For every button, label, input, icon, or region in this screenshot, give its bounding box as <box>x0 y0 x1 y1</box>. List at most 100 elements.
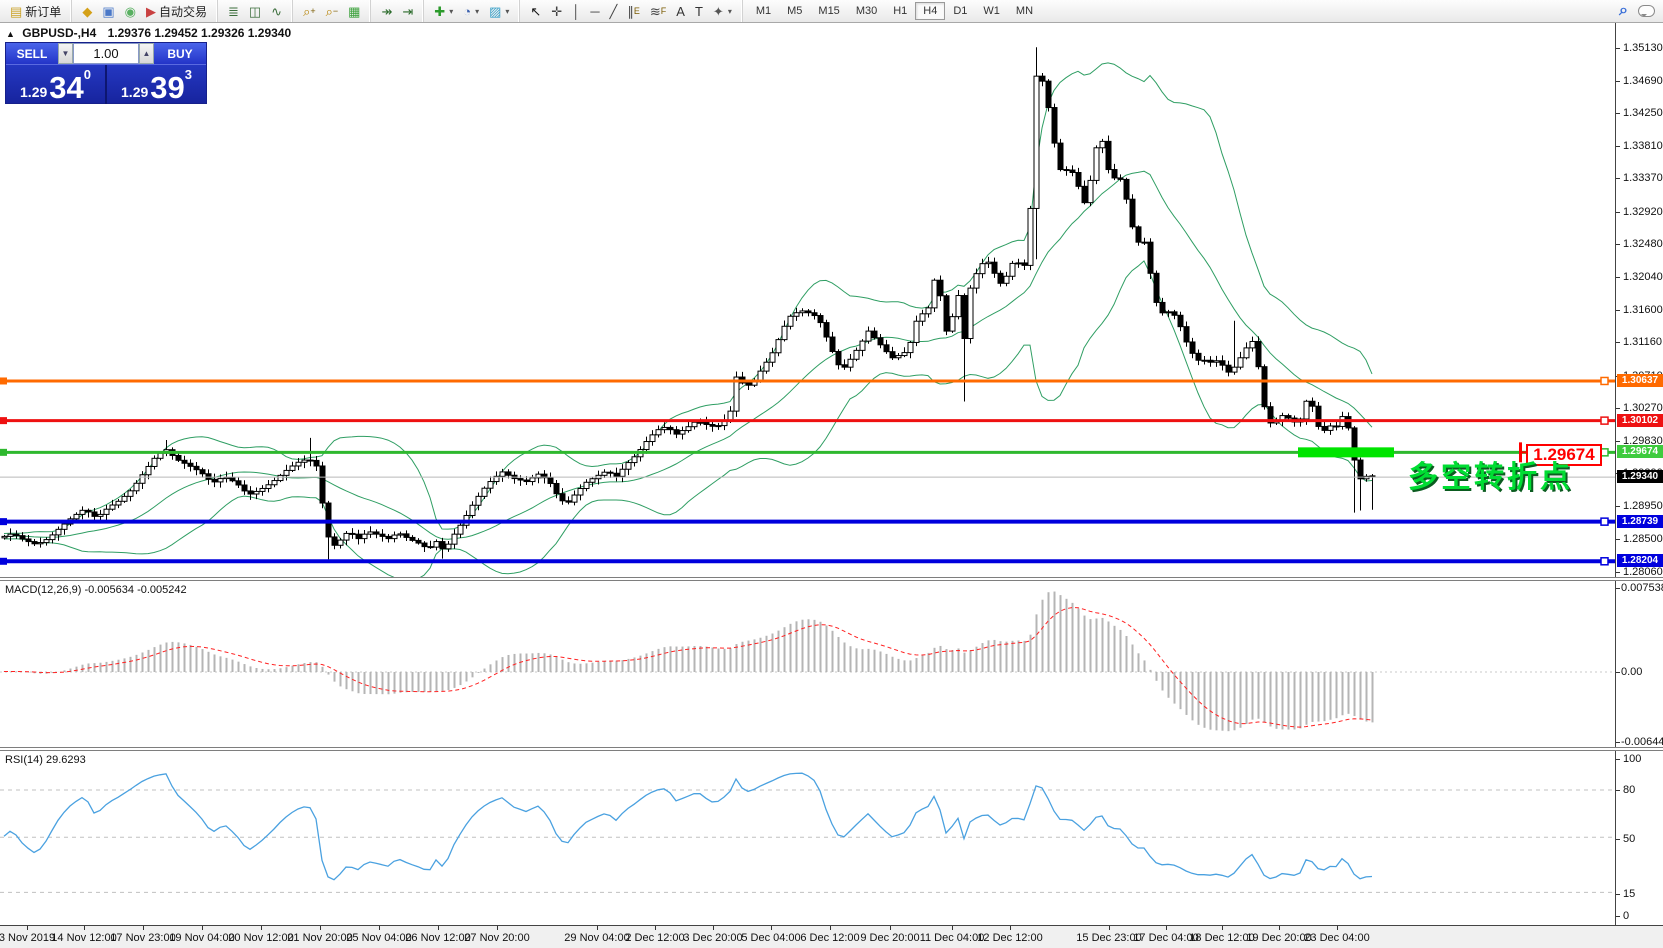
collapse-arrow-icon[interactable]: ▲ <box>6 29 15 39</box>
price-tick <box>1616 48 1620 49</box>
chart-shift-icon: ⇥ <box>402 5 413 18</box>
price-tick <box>1616 408 1620 409</box>
tile-windows-icon[interactable]: ▦ <box>343 3 365 20</box>
time-tick <box>1337 926 1338 930</box>
chat-icon[interactable] <box>1638 5 1655 17</box>
price-tick-label: 1.30270 <box>1623 402 1663 414</box>
candlestick-chart-icon[interactable]: ◫ <box>244 3 266 20</box>
timeframe-h4[interactable]: H4 <box>915 2 945 20</box>
crosshair-icon[interactable]: ✛ <box>546 3 567 20</box>
zoom-out-icon: ⌕ <box>326 5 333 18</box>
timeframe-w1[interactable]: W1 <box>975 2 1008 20</box>
signals-icon: ◉ <box>125 5 136 18</box>
macd-pane[interactable] <box>0 581 1615 747</box>
timeframe-d1[interactable]: D1 <box>945 2 975 20</box>
search-icon[interactable]: ⌕ <box>1619 2 1628 20</box>
vertical-line-icon[interactable]: │ <box>567 3 585 20</box>
trendline-icon: ╱ <box>610 5 618 18</box>
zoom-in-icon[interactable]: ⌕+ <box>298 3 321 20</box>
arrows-icon[interactable]: ✦▾ <box>708 3 737 20</box>
sell-button[interactable]: SELL <box>6 43 58 64</box>
price-tick-label: 1.31160 <box>1623 336 1662 348</box>
timeframe-mn[interactable]: MN <box>1008 2 1041 20</box>
chinese-annotation[interactable]: 多空转折点 <box>1408 452 1573 496</box>
price-chart[interactable] <box>0 22 1615 577</box>
timeframe-m30[interactable]: M30 <box>848 2 885 20</box>
autotrading-button-label: 自动交易 <box>159 3 207 20</box>
price-scale[interactable]: 1.351301.346901.342501.338101.333701.329… <box>1615 22 1663 925</box>
vertical-line-icon: │ <box>572 5 580 18</box>
toolbar-group: ▤新订单 <box>0 0 71 22</box>
fibonacci-icon[interactable]: ≋F <box>645 3 671 20</box>
horizontal-line-icon[interactable]: ─ <box>585 3 604 20</box>
new-order-button[interactable]: ▤新订单 <box>5 1 66 22</box>
sell-price[interactable]: 1.29340 <box>6 65 107 104</box>
time-label: 11 Dec 04:00 <box>920 932 985 944</box>
timeframe-h1[interactable]: H1 <box>885 2 915 20</box>
horizontal-line-icon: ─ <box>590 5 599 18</box>
template-icon[interactable]: ▨▾ <box>484 3 514 20</box>
price-tick <box>1616 572 1620 573</box>
toolbar-group: ↖✛ │ ─ ╱ ∥E≋FAT ✦▾ <box>519 0 741 22</box>
signals-icon[interactable]: ◉ <box>120 3 141 20</box>
price-tag: 1.28204 <box>1617 554 1663 567</box>
price-tick <box>1616 113 1620 114</box>
time-tick <box>1222 926 1223 930</box>
line-chart-icon[interactable]: ∿ <box>266 3 287 20</box>
pane-separator[interactable] <box>0 577 1663 581</box>
volume-increase-button[interactable]: ▲ <box>139 43 154 64</box>
timeframe-m15[interactable]: M15 <box>810 2 847 20</box>
time-label: 3 Nov 2019 <box>0 932 55 944</box>
add-indicator-icon[interactable]: ✚▾ <box>429 3 458 20</box>
auto-scroll-icon[interactable]: ↠ <box>376 3 397 20</box>
buy-button[interactable]: BUY <box>154 43 206 64</box>
channel-icon[interactable]: ∥E <box>622 3 645 20</box>
chart-shift-icon[interactable]: ⇥ <box>397 3 418 20</box>
autotrading-button[interactable]: ▶自动交易 <box>141 1 212 22</box>
volume-decrease-button[interactable]: ▼ <box>58 43 73 64</box>
rsi-tick <box>1616 839 1620 840</box>
time-tick <box>1279 926 1280 930</box>
price-tick <box>1616 310 1620 311</box>
text-icon[interactable]: A <box>671 3 690 20</box>
cursor-icon[interactable]: ↖ <box>525 3 546 20</box>
time-tick <box>1166 926 1167 930</box>
market-watch-icon[interactable]: ▣ <box>97 3 119 20</box>
time-tick <box>202 926 203 930</box>
macd-tick-label: 0.007538 <box>1621 582 1663 594</box>
timeframe-m5[interactable]: M5 <box>779 2 810 20</box>
toolbar-group: ✚▾◔▾▨▾ <box>423 0 519 22</box>
time-tick <box>379 926 380 930</box>
time-tick <box>713 926 714 930</box>
zoom-out-icon[interactable]: ⌕− <box>321 3 344 20</box>
rsi-tick <box>1616 916 1620 917</box>
profiles-icon[interactable]: ◆ <box>77 3 97 20</box>
price-tick-label: 1.31600 <box>1623 304 1663 316</box>
trendline-icon[interactable]: ╱ <box>605 3 623 20</box>
text-label-icon[interactable]: T <box>690 3 708 20</box>
rsi-pane[interactable] <box>0 751 1615 925</box>
line-chart-icon: ∿ <box>271 5 282 18</box>
price-tick-label: 1.32920 <box>1623 206 1663 218</box>
price-tick <box>1616 539 1620 540</box>
volume-input[interactable] <box>73 43 139 64</box>
pane-separator[interactable] <box>0 747 1663 751</box>
timeframe-m1[interactable]: M1 <box>748 2 779 20</box>
rsi-tick-label: 80 <box>1623 784 1635 796</box>
add-indicator-icon: ✚ <box>434 5 445 18</box>
bar-chart-icon: ≣ <box>228 5 239 18</box>
toolbar-right: ⌕ <box>1619 2 1663 20</box>
buy-price[interactable]: 1.29393 <box>107 65 206 104</box>
periods-icon[interactable]: ◔▾ <box>458 3 484 20</box>
price-tick <box>1616 342 1620 343</box>
time-label: 20 Nov 12:00 <box>228 932 293 944</box>
time-label: 12 Dec 12:00 <box>977 932 1042 944</box>
time-scale[interactable]: 3 Nov 201914 Nov 12:0017 Nov 23:0019 Nov… <box>0 925 1663 948</box>
time-label: 5 Dec 04:00 <box>741 932 800 944</box>
ohlc-values: 1.29376 1.29452 1.29326 1.29340 <box>108 26 292 40</box>
text-label-icon: T <box>695 5 703 18</box>
time-label: 2 Dec 12:00 <box>625 932 684 944</box>
price-tag: 1.29340 <box>1617 470 1663 483</box>
time-tick <box>261 926 262 930</box>
bar-chart-icon[interactable]: ≣ <box>223 3 244 20</box>
